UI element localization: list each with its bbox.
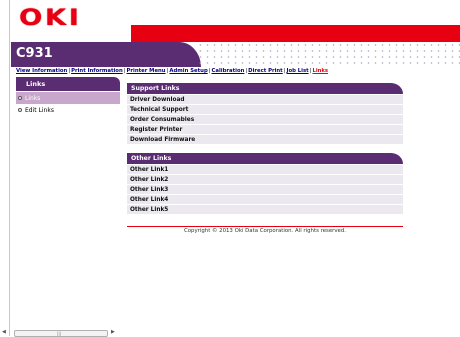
nav-admin-setup[interactable]: Admin Setup xyxy=(169,68,207,74)
link-other-4[interactable]: Other Link4 xyxy=(127,195,403,204)
sidebar-title: Links xyxy=(16,77,120,91)
bullet-icon xyxy=(18,108,22,112)
sidebar-item-links[interactable]: Links xyxy=(16,92,120,104)
nav-view-information[interactable]: View Information xyxy=(16,68,67,74)
link-download-firmware[interactable]: Download Firmware xyxy=(127,135,403,144)
sidebar-item-label: Links xyxy=(25,94,41,102)
nav-calibration[interactable]: Calibration xyxy=(212,68,245,74)
top-navigation: View Information|Print Information|Print… xyxy=(16,68,328,74)
link-technical-support[interactable]: Technical Support xyxy=(127,105,403,114)
header-red-band xyxy=(131,25,460,42)
sidebar-item-edit-links[interactable]: Edit Links xyxy=(16,104,120,116)
model-header: C931 xyxy=(11,42,460,67)
window-left-border xyxy=(0,0,10,336)
nav-links[interactable]: Links xyxy=(312,68,328,74)
other-links-heading: Other Links xyxy=(127,153,403,164)
nav-direct-print[interactable]: Direct Print xyxy=(248,68,283,74)
horizontal-scrollbar[interactable]: ◀ ||| ▶ xyxy=(0,329,120,337)
other-links-section: Other Links Other Link1 Other Link2 Othe… xyxy=(127,153,403,214)
sidebar-item-label: Edit Links xyxy=(25,106,54,114)
support-links-heading: Support Links xyxy=(127,83,403,94)
sidebar: Links Links Edit Links xyxy=(16,77,120,116)
scroll-right-arrow-icon[interactable]: ▶ xyxy=(111,329,115,335)
web-page: OKI C931 View Information|Print Informat… xyxy=(11,0,460,336)
copyright-text: Copyright © 2013 Oki Data Corporation. A… xyxy=(183,228,346,234)
nav-job-list[interactable]: Job List xyxy=(287,68,309,74)
nav-print-information[interactable]: Print Information xyxy=(71,68,123,74)
link-other-2[interactable]: Other Link2 xyxy=(127,175,403,184)
link-other-5[interactable]: Other Link5 xyxy=(127,205,403,214)
link-register-printer[interactable]: Register Printer xyxy=(127,125,403,134)
scrollbar-grip-icon[interactable]: ||| xyxy=(57,331,61,336)
oki-logo: OKI xyxy=(19,6,82,31)
link-driver-download[interactable]: Driver Download xyxy=(127,95,403,104)
model-name: C931 xyxy=(16,46,53,61)
nav-printer-menu[interactable]: Printer Menu xyxy=(127,68,166,74)
support-links-section: Support Links Driver Download Technical … xyxy=(127,83,403,144)
scroll-left-arrow-icon[interactable]: ◀ xyxy=(2,329,6,335)
bullet-icon xyxy=(18,96,22,100)
link-order-consumables[interactable]: Order Consumables xyxy=(127,115,403,124)
model-header-tab: C931 xyxy=(11,42,201,67)
link-other-3[interactable]: Other Link3 xyxy=(127,185,403,194)
link-other-1[interactable]: Other Link1 xyxy=(127,165,403,174)
footer-divider xyxy=(127,226,403,227)
header-dot-pattern xyxy=(197,42,460,67)
